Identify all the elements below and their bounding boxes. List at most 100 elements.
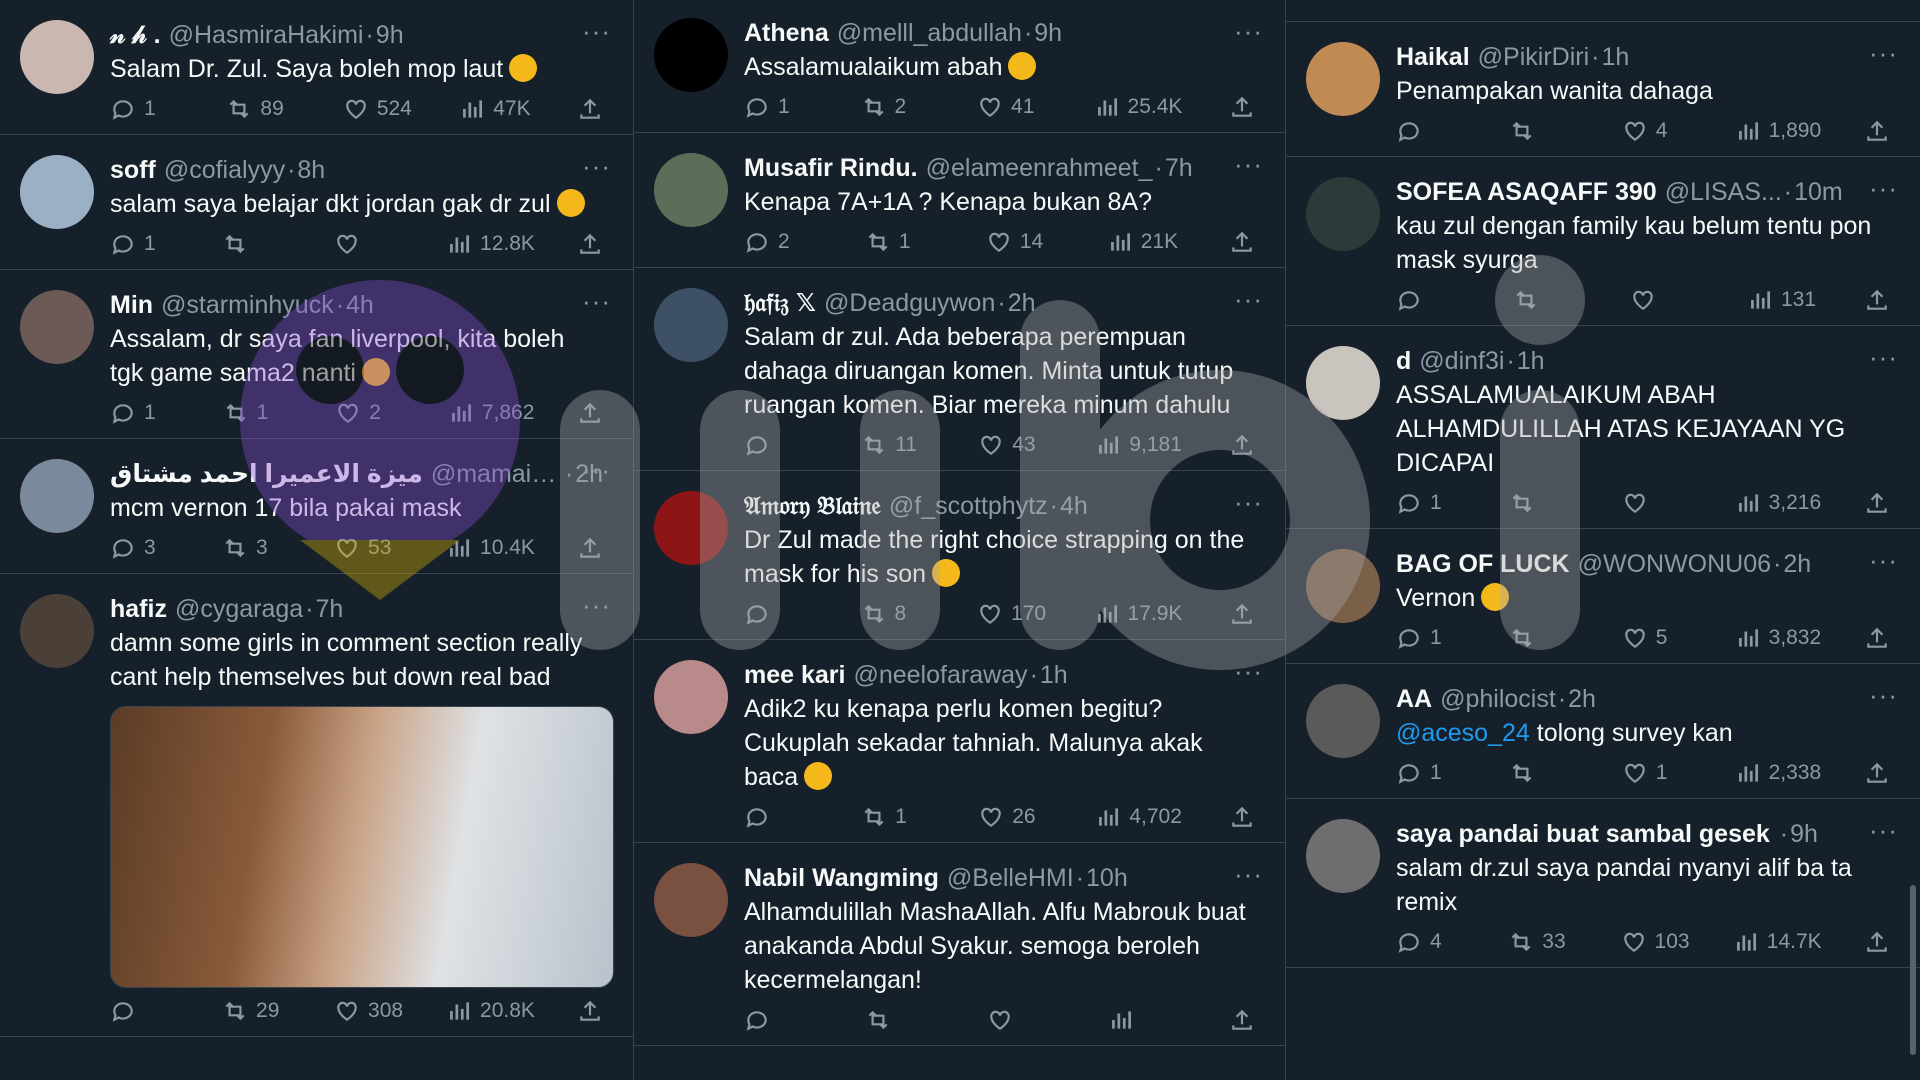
views-button[interactable]: 14.7K bbox=[1733, 929, 1822, 955]
views-button[interactable]: 21K bbox=[1107, 229, 1178, 255]
more-options-icon[interactable]: ··· bbox=[582, 153, 611, 179]
share-button[interactable] bbox=[577, 231, 603, 257]
author-handle[interactable]: @starminhyuck bbox=[161, 290, 334, 320]
author-handle[interactable]: @HasmiraHakimi bbox=[169, 20, 364, 50]
avatar[interactable] bbox=[1306, 549, 1380, 623]
views-button[interactable]: 7,862 bbox=[448, 400, 534, 426]
retweet-button[interactable] bbox=[1509, 118, 1579, 144]
reply-button[interactable] bbox=[744, 432, 814, 458]
reply-button[interactable]: 1 bbox=[110, 231, 180, 257]
share-button[interactable] bbox=[1864, 118, 1890, 144]
tweet-card[interactable]: ··· Haikal @PikirDiri · 1h Penampakan wanita … bbox=[1286, 22, 1920, 157]
author-name[interactable]: ميزة الاعميرا احمد مشتاق bbox=[110, 459, 423, 489]
views-button[interactable]: 47K bbox=[459, 96, 531, 122]
column-2[interactable]: ··· Athena @melll_abdullah · 9h Assalamualaik… bbox=[634, 0, 1286, 1080]
avatar[interactable] bbox=[654, 18, 728, 92]
retweet-button[interactable]: 8 bbox=[861, 601, 931, 627]
share-button[interactable] bbox=[1864, 490, 1890, 516]
author-handle[interactable]: @dinf3i bbox=[1419, 346, 1504, 376]
avatar[interactable] bbox=[654, 153, 728, 227]
tweet-card[interactable]: ··· soff @cofialyyy · 8h salam saya belajar d… bbox=[0, 135, 633, 270]
avatar[interactable] bbox=[20, 20, 94, 94]
author-name[interactable]: Athena bbox=[744, 18, 829, 48]
reply-button[interactable] bbox=[744, 804, 814, 830]
author-name[interactable]: 𝔄𝔪𝔬𝔯𝔶 𝔅𝔩𝔞𝔦𝔫𝔢 bbox=[744, 491, 881, 521]
views-button[interactable]: 131 bbox=[1747, 287, 1817, 313]
author-name[interactable]: AA bbox=[1396, 684, 1432, 714]
avatar[interactable] bbox=[20, 594, 94, 668]
reply-button[interactable]: 1 bbox=[1396, 625, 1466, 651]
tweet-card[interactable]: ··· saya pandai buat sambal gesek · 9h salam… bbox=[1286, 799, 1920, 968]
avatar[interactable] bbox=[20, 459, 94, 533]
reply-button[interactable] bbox=[1396, 118, 1466, 144]
author-handle[interactable]: @cygaraga bbox=[175, 594, 303, 624]
retweet-button[interactable]: 11 bbox=[861, 432, 931, 458]
avatar[interactable] bbox=[20, 155, 94, 229]
like-button[interactable]: 5 bbox=[1622, 625, 1692, 651]
like-button[interactable]: 43 bbox=[978, 432, 1048, 458]
avatar[interactable] bbox=[1306, 177, 1380, 251]
timestamp[interactable]: 1h bbox=[1517, 346, 1545, 376]
retweet-button[interactable]: 3 bbox=[222, 535, 292, 561]
avatar[interactable] bbox=[20, 290, 94, 364]
like-button[interactable]: 4 bbox=[1622, 118, 1692, 144]
timestamp[interactable]: 2h bbox=[1783, 549, 1811, 579]
reply-button[interactable]: 3 bbox=[110, 535, 180, 561]
timestamp[interactable]: 1h bbox=[1040, 660, 1068, 690]
author-handle[interactable]: @LISAS... bbox=[1665, 177, 1782, 207]
tweet-card[interactable]: ··· 𝔥𝔞𝔣𝔦𝔷 𝕏 @Deadguywon · 2h Salam dr zul. Ad… bbox=[634, 268, 1285, 471]
tweet-card[interactable]: ··· Musafir Rindu. @elameenrahmeet_ · 7h Kena… bbox=[634, 133, 1285, 268]
tweet-card[interactable]: ··· d @dinf3i · 1h ASSALAMUALAIKUM ABAH ALHAM… bbox=[1286, 326, 1920, 529]
author-name[interactable]: SOFEA ASAQAFF 390 bbox=[1396, 177, 1657, 207]
views-button[interactable]: 4,702 bbox=[1095, 804, 1182, 830]
share-button[interactable] bbox=[1229, 432, 1255, 458]
more-options-icon[interactable]: ··· bbox=[1869, 175, 1898, 201]
retweet-button[interactable]: 1 bbox=[223, 400, 293, 426]
reply-button[interactable] bbox=[744, 601, 814, 627]
like-button[interactable]: 308 bbox=[334, 998, 404, 1024]
share-button[interactable] bbox=[1864, 625, 1890, 651]
tweet-card[interactable]: ··· hafiz @cygaraga · 7h damn some girls in c… bbox=[0, 574, 633, 1037]
share-button[interactable] bbox=[577, 998, 603, 1024]
more-options-icon[interactable]: ··· bbox=[1234, 658, 1263, 684]
share-button[interactable] bbox=[1864, 760, 1890, 786]
author-handle[interactable]: @neelofaraway bbox=[853, 660, 1027, 690]
timestamp[interactable]: 2h bbox=[1568, 684, 1596, 714]
tweet-card[interactable]: ··· Athena @melll_abdullah · 9h Assalamualaik… bbox=[634, 0, 1285, 133]
timestamp[interactable]: 8h bbox=[297, 155, 325, 185]
tweet-card[interactable]: ··· 𝓃 𝒽 . @HasmiraHakimi · 9h Salam Dr. Zul. … bbox=[0, 0, 633, 135]
like-button[interactable]: 14 bbox=[986, 229, 1056, 255]
author-handle[interactable]: @PikirDiri bbox=[1478, 42, 1589, 72]
tweet-card[interactable]: ··· BAG OF LUCK @WONWONU06 · 2h Vernon 1 5 3,832 bbox=[1286, 529, 1920, 664]
more-options-icon[interactable]: ··· bbox=[1869, 682, 1898, 708]
views-button[interactable]: 17.9K bbox=[1094, 601, 1182, 627]
tweet-card[interactable]: ··· Min @starminhyuck · 4h Assalam, dr saya f… bbox=[0, 270, 633, 439]
author-handle[interactable]: @cofialyyy bbox=[164, 155, 285, 185]
retweet-button[interactable]: 1 bbox=[861, 804, 931, 830]
tweet-card[interactable]: ··· mee kari @neelofaraway · 1h Adik2 ku kena… bbox=[634, 640, 1285, 843]
avatar[interactable] bbox=[654, 660, 728, 734]
author-handle[interactable]: @f_scottphytz bbox=[889, 491, 1048, 521]
author-name[interactable]: 𝓃 𝒽 . bbox=[110, 20, 161, 50]
author-name[interactable]: 𝔥𝔞𝔣𝔦𝔷 𝕏 bbox=[744, 288, 816, 318]
more-options-icon[interactable]: ··· bbox=[582, 592, 611, 618]
more-options-icon[interactable]: ··· bbox=[1234, 151, 1263, 177]
tweet-card[interactable]: ··· SOFEA ASAQAFF 390 @LISAS... · 10m kau zul… bbox=[1286, 157, 1920, 326]
retweet-button[interactable] bbox=[1513, 287, 1583, 313]
more-options-icon[interactable]: ··· bbox=[1869, 547, 1898, 573]
author-name[interactable]: Haikal bbox=[1396, 42, 1470, 72]
views-button[interactable] bbox=[1108, 1007, 1178, 1033]
column-1[interactable]: ··· 𝓃 𝒽 . @HasmiraHakimi · 9h Salam Dr. Zul. … bbox=[0, 0, 634, 1080]
timestamp[interactable]: 9h bbox=[1034, 18, 1062, 48]
tweet-media-image[interactable] bbox=[110, 706, 614, 988]
reply-button[interactable]: 2 bbox=[744, 229, 814, 255]
avatar[interactable] bbox=[654, 863, 728, 937]
share-button[interactable] bbox=[1229, 601, 1255, 627]
share-button[interactable] bbox=[1229, 804, 1255, 830]
views-button[interactable]: 10.4K bbox=[446, 535, 535, 561]
reply-button[interactable] bbox=[110, 998, 180, 1024]
like-button[interactable]: 53 bbox=[334, 535, 404, 561]
views-button[interactable]: 9,181 bbox=[1095, 432, 1182, 458]
share-button[interactable] bbox=[1229, 229, 1255, 255]
more-options-icon[interactable]: ··· bbox=[582, 457, 611, 483]
